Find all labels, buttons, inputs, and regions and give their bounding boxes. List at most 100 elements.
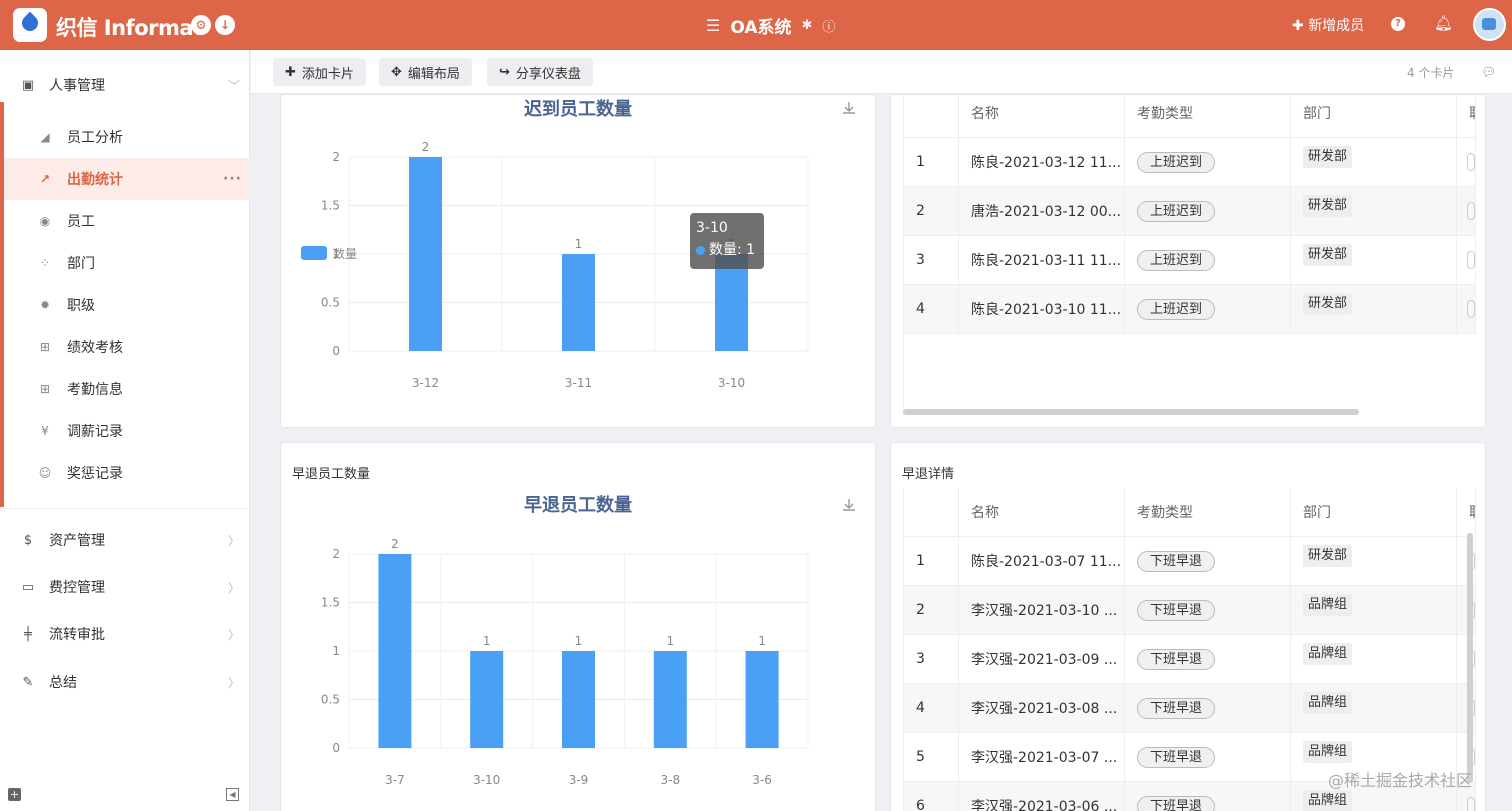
y-tick-label: 0 xyxy=(332,344,340,358)
add-icon[interactable]: + xyxy=(8,788,21,801)
data-label: 2 xyxy=(391,537,399,551)
department-tag: 品牌组 xyxy=(1303,692,1353,714)
bar[interactable] xyxy=(378,554,412,748)
data-label: 1 xyxy=(483,634,491,648)
watermark: @稀土掘金技术社区 xyxy=(1328,771,1473,790)
column-header: 名称 xyxy=(959,95,1125,137)
download-circle-icon[interactable]: ↓ xyxy=(215,15,235,35)
dashboard-toolbar: ✚ 添加卡片 ✥ 编辑布局 ↪ 分享仪表盘 4 个卡片 💬︎ xyxy=(251,50,1512,94)
grid-dots-icon: ⁘ xyxy=(39,256,51,270)
attendance-type-tag: 下班早退 xyxy=(1137,795,1216,811)
share-dashboard-label: 分享仪表盘 xyxy=(515,66,581,82)
position-tag xyxy=(1467,153,1475,171)
x-tick-label: 3-9 xyxy=(569,773,589,787)
app-logo[interactable] xyxy=(13,8,47,42)
name-cell: 唐浩-2021-03-12 00... xyxy=(959,187,1125,235)
type-cell: 下班早退 xyxy=(1125,537,1291,585)
workflow-icon[interactable]: ⚙ xyxy=(191,15,211,35)
dept-cell: 研发部 xyxy=(1291,537,1457,585)
bar[interactable] xyxy=(409,157,442,351)
table-row[interactable]: 1 陈良-2021-03-07 11... 下班早退 研发部 xyxy=(904,537,1476,586)
plus-icon: ✚ xyxy=(1292,18,1304,34)
bar[interactable] xyxy=(562,254,595,351)
table-row[interactable]: 4 陈良-2021-03-10 11... 上班迟到 研发部 xyxy=(904,285,1476,334)
row-number: 2 xyxy=(904,586,959,634)
add-member-button[interactable]: ✚ 新增成员 xyxy=(1292,15,1364,35)
brand-name: 织信 Informat xyxy=(56,16,203,40)
table-row[interactable]: 2 唐浩-2021-03-12 00... 上班迟到 研发部 xyxy=(904,187,1476,236)
data-label: 1 xyxy=(575,237,583,251)
position-cell xyxy=(1457,138,1476,186)
share-dashboard-button[interactable]: ↪ 分享仪表盘 xyxy=(487,58,593,86)
sidebar-item-employee-analysis[interactable]: ◢ 员工分析 xyxy=(4,116,250,158)
settings-icon[interactable]: ✱ xyxy=(802,18,813,33)
menu-list-icon[interactable]: ☰ xyxy=(706,16,720,35)
card-title: 早退详情 xyxy=(902,467,955,482)
table-row[interactable]: 3 陈良-2021-03-11 11... 上班迟到 研发部 xyxy=(904,236,1476,285)
position-tag xyxy=(1467,251,1475,269)
table-row[interactable]: 3 李汉强-2021-03-09 ... 下班早退 品牌组 xyxy=(904,635,1476,684)
y-tick-label: 1.5 xyxy=(321,596,340,610)
collapse-sidebar-icon[interactable]: ◀ xyxy=(226,788,239,801)
chevron-down-icon: ﹀ xyxy=(227,78,240,93)
type-cell: 下班早退 xyxy=(1125,782,1291,811)
chevron-right-icon: 〉 xyxy=(227,675,240,690)
sidebar-group-hr[interactable]: ▣ 人事管理 ﹀ xyxy=(0,64,250,106)
share-icon: ↪ xyxy=(499,64,510,80)
attendance-type-tag: 下班早退 xyxy=(1137,697,1216,719)
vertical-scrollbar[interactable] xyxy=(1467,533,1473,783)
row-number: 6 xyxy=(904,782,959,811)
bar[interactable] xyxy=(653,651,687,748)
position-tag xyxy=(1467,300,1475,318)
bar[interactable] xyxy=(562,651,595,748)
early-chart-card: 早退员工数量 早退员工数量 0 0.5 1 1.5 2 2 3-7 1 3-10 1 3-9 1 3-8… xyxy=(280,442,876,811)
name-cell: 陈良-2021-03-07 11... xyxy=(959,537,1125,585)
info-icon[interactable]: ⓘ xyxy=(822,16,835,35)
bar[interactable] xyxy=(470,651,504,748)
user-circle-icon: ◉ xyxy=(39,214,51,228)
edit-layout-label: 编辑布局 xyxy=(407,66,460,82)
tooltip-title: 3-10 xyxy=(696,220,728,236)
table-row[interactable]: 1 陈良-2021-03-12 11... 上班迟到 研发部 xyxy=(904,138,1476,187)
dept-cell: 品牌组 xyxy=(1291,684,1457,732)
sidebar-group-assets[interactable]: $ 资产管理 〉 xyxy=(0,519,250,561)
y-tick-label: 0.5 xyxy=(321,693,340,707)
more-icon[interactable]: ··· xyxy=(223,171,242,187)
legend-label[interactable]: 数量 xyxy=(333,246,357,261)
money-icon: ▭ xyxy=(21,579,35,595)
help-icon[interactable]: ? xyxy=(1391,17,1405,31)
sidebar-item-rewards[interactable]: ☺ 奖惩记录 xyxy=(4,452,250,494)
sidebar-item-department[interactable]: ⁘ 部门 xyxy=(4,242,250,284)
table-row[interactable]: 4 李汉强-2021-03-08 ... 下班早退 品牌组 xyxy=(904,684,1476,733)
sidebar-group-label: 资产管理 xyxy=(49,533,105,549)
edit-layout-button[interactable]: ✥ 编辑布局 xyxy=(379,58,472,86)
add-card-button[interactable]: ✚ 添加卡片 xyxy=(273,58,366,86)
signpost-icon: ╪ xyxy=(24,626,32,642)
bell-icon[interactable]: 🔔︎ xyxy=(1434,14,1453,32)
sidebar-item-attendance-info[interactable]: ⊞ 考勤信息 xyxy=(4,368,250,410)
sidebar-item-attendance-stats[interactable]: ↗ 出勤统计 ··· xyxy=(4,158,250,200)
sidebar-item-salary-adjust[interactable]: ¥ 调薪记录 xyxy=(4,410,250,452)
horizontal-scrollbar[interactable] xyxy=(903,409,1359,415)
department-tag: 研发部 xyxy=(1303,293,1353,315)
sidebar-divider xyxy=(0,508,250,509)
gear-icon: ✹ xyxy=(39,298,51,312)
legend-swatch[interactable] xyxy=(301,246,327,260)
position-cell xyxy=(1457,187,1476,235)
sidebar-group-expense[interactable]: ▭ 费控管理 〉 xyxy=(0,566,250,608)
position-cell xyxy=(1457,285,1476,333)
x-tick-label: 3-6 xyxy=(752,773,772,787)
user-avatar[interactable] xyxy=(1473,8,1506,41)
sidebar-item-performance[interactable]: ⊞ 绩效考核 xyxy=(4,326,250,368)
sidebar-group-approval[interactable]: ╪ 流转审批 〉 xyxy=(0,613,250,655)
bar[interactable] xyxy=(745,651,779,748)
sidebar-item-employee[interactable]: ◉ 员工 xyxy=(4,200,250,242)
sidebar: ▣ 人事管理 ﹀ ◢ 员工分析 ↗ 出勤统计 ··· ◉ 员工 ⁘ 部门 ✹ 职级 ⊞ 绩效考… xyxy=(0,50,250,811)
sidebar-group-summary[interactable]: ✎ 总结 〉 xyxy=(0,661,250,703)
department-tag: 研发部 xyxy=(1303,195,1353,217)
sidebar-item-rank[interactable]: ✹ 职级 xyxy=(4,284,250,326)
table-row[interactable]: 2 李汉强-2021-03-10 ... 下班早退 品牌组 xyxy=(904,586,1476,635)
comment-icon[interactable]: 💬︎ xyxy=(1481,65,1496,79)
row-number: 5 xyxy=(904,733,959,781)
column-header: 职 xyxy=(1457,95,1476,137)
